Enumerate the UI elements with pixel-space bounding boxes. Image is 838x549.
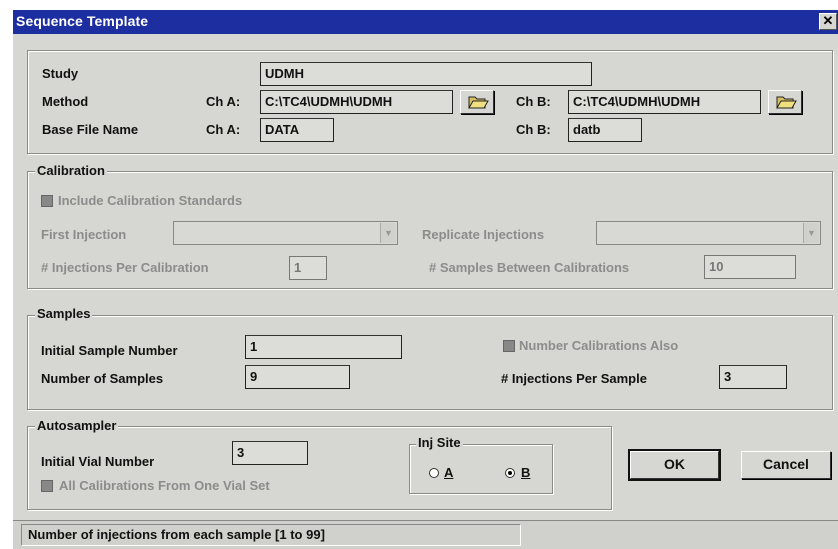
base-cha-label: Ch A: (206, 122, 241, 137)
cancel-button[interactable]: Cancel (741, 451, 831, 479)
method-chb-browse-button[interactable] (768, 90, 802, 114)
method-cha-label: Ch A: (206, 94, 241, 109)
base-cha-field[interactable]: DATA (260, 118, 334, 142)
replicate-injections-label: Replicate Injections (422, 227, 545, 242)
initial-vial-number-label: Initial Vial Number (41, 454, 155, 469)
number-calibrations-also-checkbox[interactable] (503, 340, 515, 352)
first-injection-label: First Injection (41, 227, 127, 242)
initial-sample-number-label: Initial Sample Number (41, 343, 178, 358)
status-text: Number of injections from each sample [1… (21, 524, 521, 546)
method-chb-label: Ch B: (516, 94, 551, 109)
number-calibrations-also-label: Number Calibrations Also (519, 338, 679, 353)
title-bar: Sequence Template ✕ (13, 10, 838, 34)
number-of-samples-label: Number of Samples (41, 371, 164, 386)
initial-vial-number-field[interactable]: 3 (232, 441, 308, 465)
autosampler-group-title: Autosampler (35, 418, 119, 433)
include-calibration-checkbox[interactable] (41, 195, 53, 207)
injections-per-sample-label: # Injections Per Sample (501, 371, 647, 386)
base-chb-label: Ch B: (516, 122, 551, 137)
method-cha-browse-button[interactable] (460, 90, 494, 114)
study-field[interactable]: UDMH (260, 62, 592, 86)
include-calibration-label: Include Calibration Standards (58, 193, 243, 208)
inj-site-a-radio[interactable] (429, 468, 439, 478)
inj-site-b-label: B (521, 465, 531, 480)
all-calibrations-one-vial-checkbox[interactable] (41, 480, 53, 492)
initial-sample-number-field[interactable]: 1 (245, 335, 402, 359)
all-calibrations-one-vial-label: All Calibrations From One Vial Set (59, 478, 270, 493)
chevron-down-icon: ▼ (380, 223, 396, 243)
folder-open-icon (776, 96, 797, 109)
injections-per-calibration-label: # Injections Per Calibration (41, 260, 209, 275)
first-injection-select[interactable]: ▼ (173, 221, 398, 245)
status-bar: Number of injections from each sample [1… (13, 520, 838, 549)
base-file-name-label: Base File Name (42, 122, 139, 137)
replicate-injections-select[interactable]: ▼ (596, 221, 821, 245)
method-chb-field[interactable]: C:\TC4\UDMH\UDMH (568, 90, 761, 114)
base-chb-field[interactable]: datb (568, 118, 642, 142)
samples-between-calibrations-label: # Samples Between Calibrations (429, 260, 630, 275)
inj-site-group-title: Inj Site (416, 435, 463, 450)
calibration-group-title: Calibration (35, 163, 107, 178)
ok-button[interactable]: OK (628, 449, 721, 481)
number-of-samples-field[interactable]: 9 (245, 365, 350, 389)
method-cha-field[interactable]: C:\TC4\UDMH\UDMH (260, 90, 453, 114)
sequence-template-dialog: Sequence Template ✕ Study UDMH Method Ch… (12, 10, 838, 549)
inj-site-b-radio[interactable] (505, 468, 515, 478)
chevron-down-icon: ▼ (803, 223, 819, 243)
study-label: Study (42, 66, 79, 81)
inj-site-a-label: A (444, 465, 454, 480)
samples-group-title: Samples (35, 306, 93, 321)
window-title: Sequence Template (16, 13, 149, 29)
injections-per-calibration-field[interactable]: 1 (289, 256, 327, 280)
injections-per-sample-field[interactable]: 3 (719, 365, 787, 389)
samples-between-calibrations-field[interactable]: 10 (704, 255, 796, 279)
samples-group (27, 315, 833, 410)
folder-open-icon (468, 96, 489, 109)
close-icon[interactable]: ✕ (819, 13, 837, 30)
method-label: Method (42, 94, 89, 109)
